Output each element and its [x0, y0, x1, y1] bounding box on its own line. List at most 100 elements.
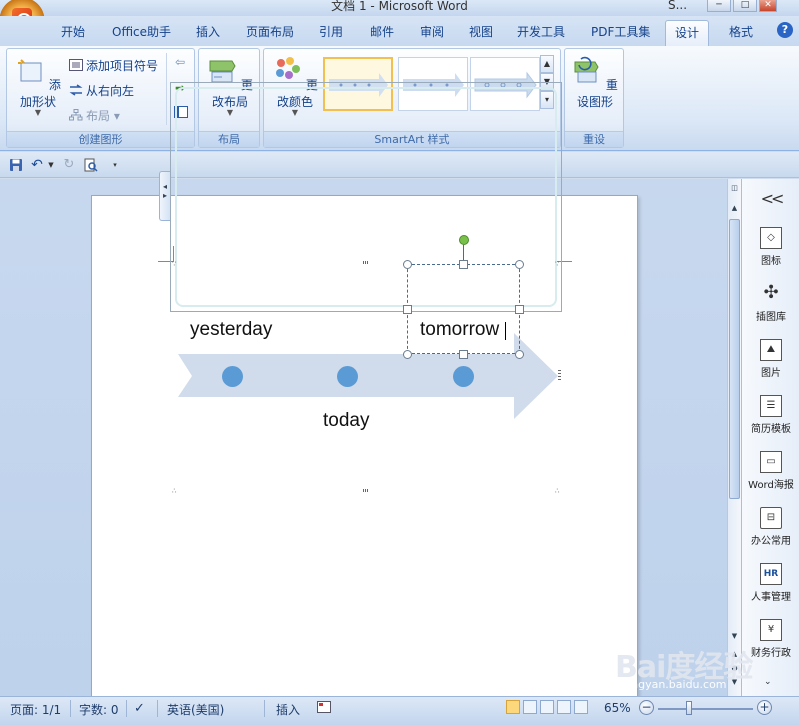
timeline-dot-3[interactable] — [453, 366, 474, 387]
tab-review[interactable]: 审阅 — [420, 23, 444, 40]
language-indicator[interactable]: 英语(美国) — [167, 701, 224, 718]
ribbon-tab-bar: 开始 Office助手 插入 页面布局 引用 邮件 审阅 视图 开发工具 PDF… — [0, 16, 799, 46]
help-icon[interactable]: ? — [777, 22, 793, 38]
page-count[interactable]: 页面: 1/1 — [10, 701, 61, 718]
zoom-in-button[interactable]: + — [757, 700, 772, 715]
tab-home[interactable]: 开始 — [61, 23, 85, 40]
panel-item-label: 插图库 — [756, 312, 786, 323]
panel-item-poster[interactable]: ▭ Word海报 — [742, 451, 799, 491]
add-shape-button[interactable]: 添加形状 ▼ — [11, 55, 65, 117]
scroll-thumb[interactable] — [729, 219, 740, 499]
zoom-out-button[interactable]: − — [639, 700, 654, 715]
tab-insert[interactable]: 插入 — [196, 23, 220, 40]
ruler-toggle-icon[interactable]: ◫ — [728, 181, 741, 195]
rotation-handle[interactable] — [459, 235, 469, 245]
change-layout-icon — [209, 60, 236, 83]
tab-view[interactable]: 视图 — [469, 23, 493, 40]
panel-scroll-down-icon[interactable]: ⌄ — [764, 677, 772, 687]
text-pane-toggle[interactable]: ◂ ▸ — [159, 171, 170, 221]
customize-qat-icon[interactable]: ▾ — [108, 158, 122, 172]
zoom-slider-thumb[interactable] — [686, 701, 692, 715]
selection-handle-sw[interactable] — [403, 350, 412, 359]
gallery-scroll-up-button[interactable]: ▲ — [540, 55, 554, 73]
tab-office-assistant[interactable]: Office助手 — [112, 23, 171, 40]
resume-icon: ☰ — [760, 395, 782, 417]
insert-mode-indicator[interactable]: 插入 — [276, 701, 300, 718]
full-screen-reading-view-button[interactable] — [523, 700, 537, 714]
tab-format[interactable]: 格式 — [729, 23, 753, 40]
label-yesterday[interactable]: yesterday — [190, 319, 272, 341]
selected-text-box[interactable] — [407, 264, 520, 354]
print-preview-icon[interactable] — [84, 158, 98, 172]
selection-handle-w[interactable] — [403, 305, 412, 314]
finance-icon: ¥ — [760, 619, 782, 641]
add-bullet-button[interactable]: 添加项目符号 — [69, 57, 158, 74]
timeline-dot-1[interactable] — [222, 366, 243, 387]
promote-arrow-icon[interactable]: ⇦ — [175, 55, 185, 69]
tab-design[interactable]: 设计 — [665, 20, 710, 46]
panel-item-hr[interactable]: HR 人事管理 — [742, 563, 799, 603]
frame-corner-handle[interactable]: ∴ — [172, 487, 176, 495]
selection-handle-se[interactable] — [515, 350, 524, 359]
selection-handle-s[interactable] — [459, 350, 468, 359]
web-layout-view-button[interactable] — [540, 700, 554, 714]
reset-graphic-button[interactable]: 重设图形 — [567, 55, 623, 110]
selection-handle-ne[interactable] — [515, 260, 524, 269]
label-today[interactable]: today — [323, 410, 369, 432]
layout-dropdown-label: 布局 — [86, 109, 111, 123]
panel-item-label: 办公常用 — [751, 536, 791, 547]
zoom-slider-track[interactable] — [658, 708, 753, 710]
frame-corner-handle[interactable]: ∵ — [172, 260, 176, 268]
watermark-url: jingyan.baidu.com — [625, 678, 727, 691]
panel-item-pictures[interactable]: ⛰ 图片 — [742, 339, 799, 379]
zoom-level[interactable]: 65% — [604, 701, 631, 715]
minimize-button[interactable]: ─ — [707, 0, 731, 12]
draft-view-button[interactable] — [574, 700, 588, 714]
right-to-left-button[interactable]: 从右向左 — [69, 82, 134, 99]
windmill-icon: ✣ — [763, 282, 779, 303]
tab-mailings[interactable]: 邮件 — [370, 23, 394, 40]
frame-corner-handle[interactable]: ∴ — [555, 487, 559, 495]
frame-resize-handle[interactable] — [363, 489, 369, 492]
frame-resize-handle[interactable] — [363, 261, 369, 264]
macro-record-icon[interactable] — [317, 701, 331, 716]
timeline-dot-2[interactable] — [337, 366, 358, 387]
panel-item-resume[interactable]: ☰ 简历模板 — [742, 395, 799, 435]
print-layout-view-button[interactable] — [506, 700, 520, 714]
panel-item-illustrations[interactable]: ✣ 插图库 — [742, 282, 799, 324]
panel-item-shapes[interactable]: ◇ 图标 — [742, 227, 799, 267]
status-bar: 页面: 1/1 字数: 0 ✓ 英语(美国) 插入 65% − + — [0, 696, 799, 725]
proofing-icon[interactable]: ✓ — [134, 701, 145, 716]
tab-developer[interactable]: 开发工具 — [517, 23, 565, 40]
selection-handle-nw[interactable] — [403, 260, 412, 269]
tab-page-layout[interactable]: 页面布局 — [246, 23, 294, 40]
close-button[interactable]: ✕ — [759, 0, 777, 12]
panel-item-office[interactable]: ⊟ 办公常用 — [742, 507, 799, 547]
save-icon[interactable] — [9, 158, 23, 172]
panel-item-label: Word海报 — [748, 480, 794, 491]
layout-dropdown-button[interactable]: 布局 ▾ — [69, 107, 120, 124]
tab-references[interactable]: 引用 — [319, 23, 343, 40]
collapse-panel-icon[interactable]: << — [742, 189, 799, 208]
hr-icon: HR — [760, 563, 782, 585]
selection-handle-e[interactable] — [515, 305, 524, 314]
reset-graphic-icon — [574, 56, 599, 83]
word-count[interactable]: 字数: 0 — [79, 701, 119, 718]
dropdown-arrow-icon: ▼ — [34, 108, 42, 117]
create-graphic-group: 添加形状 ▼ 添加项目符号 从右向左 布局 ▾ ⇦ ➡ 创建图形 — [6, 48, 195, 148]
status-divider — [70, 700, 71, 717]
undo-dropdown-icon[interactable]: ▼ — [44, 158, 58, 172]
maximize-button[interactable]: □ — [733, 0, 757, 12]
panel-item-label: 图片 — [761, 368, 781, 379]
right-to-left-label: 从右向左 — [86, 84, 135, 98]
scroll-up-button[interactable]: ▲ — [728, 201, 741, 215]
redo-icon[interactable]: ↻ — [62, 158, 76, 172]
frame-corner-handle[interactable]: ∵ — [555, 260, 559, 268]
undo-icon[interactable]: ↶ — [30, 158, 44, 172]
poster-icon: ▭ — [760, 451, 782, 473]
outline-view-button[interactable] — [557, 700, 571, 714]
selection-handle-n[interactable] — [459, 260, 468, 269]
tab-pdf-tools[interactable]: PDF工具集 — [591, 23, 650, 40]
panel-item-label: 图标 — [761, 256, 781, 267]
vertical-scrollbar[interactable]: ◫ ▲ ▼ ▲ ● ▼ — [727, 179, 741, 696]
